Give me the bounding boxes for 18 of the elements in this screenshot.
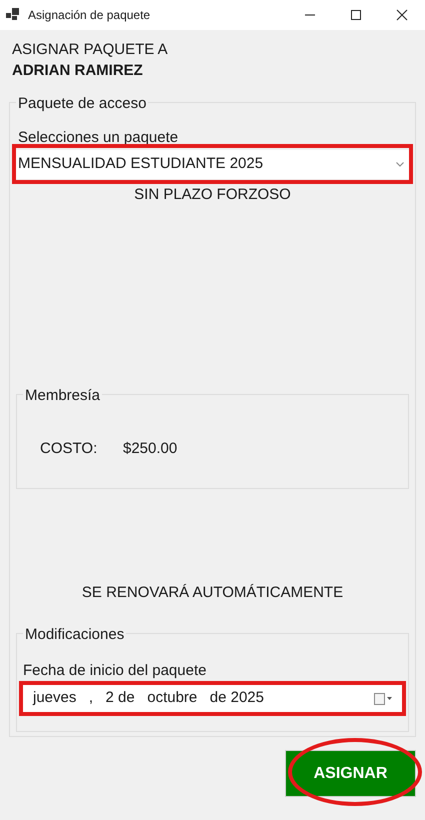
close-icon	[396, 9, 408, 21]
renewal-note: SE RENOVARÁ AUTOMÁTICAMENTE	[80, 583, 344, 603]
date-picker[interactable]: jueves , 2 de octubre de 2025	[23, 684, 402, 713]
app-icon	[6, 8, 20, 22]
heading-text: ASIGNAR PAQUETE A	[11, 40, 169, 60]
field-label: Fecha de inicio del paquete	[23, 661, 208, 681]
assign-button[interactable]: ASIGNAR	[285, 750, 416, 797]
person-name: ADRIAN RAMIREZ	[11, 61, 144, 81]
window-title: Asignación de paquete	[28, 7, 152, 24]
package-dropdown[interactable]: MENSUALIDAD ESTUDIANTE 2025	[16, 150, 409, 179]
field-label: Selecciones un paquete	[17, 128, 180, 148]
cost-label: COSTO:	[40, 439, 98, 459]
term-note: SIN PLAZO FORZOSO	[133, 185, 292, 205]
group-legend: Paquete de acceso	[16, 94, 148, 114]
calendar-icon	[374, 692, 392, 704]
cost-value: $250.00	[123, 439, 178, 459]
maximize-icon	[350, 9, 362, 21]
chevron-down-icon	[396, 162, 404, 167]
